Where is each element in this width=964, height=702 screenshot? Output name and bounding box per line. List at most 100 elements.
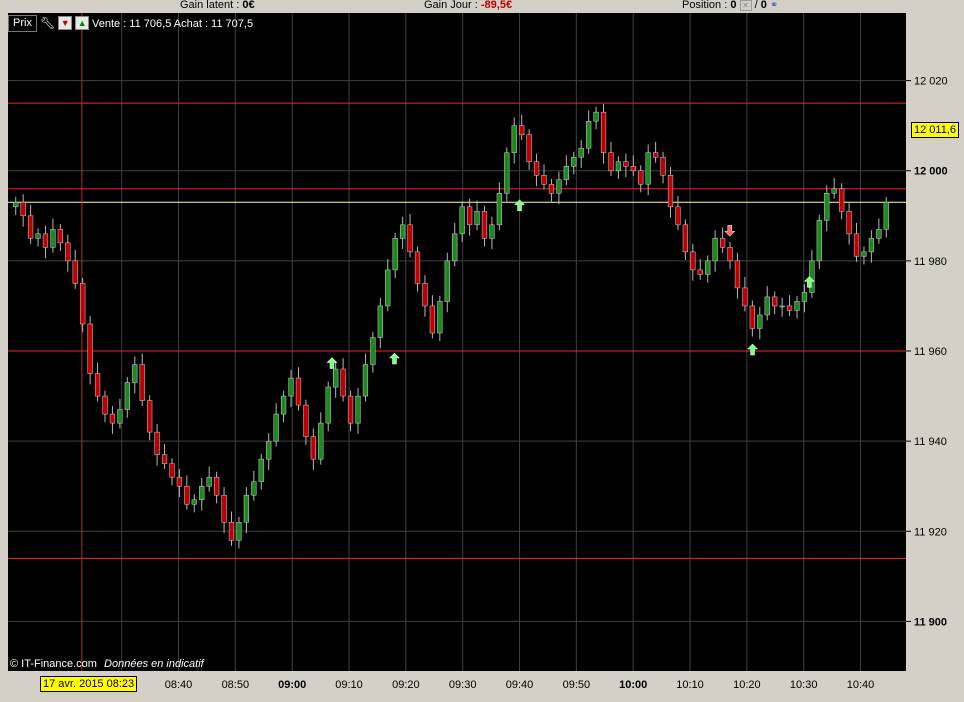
time-axis[interactable]: 3008:4008:5009:0009:1009:2009:3009:4009:… bbox=[8, 671, 964, 697]
candle-body bbox=[504, 152, 510, 194]
candle-body bbox=[481, 211, 488, 239]
candle-body bbox=[280, 395, 287, 415]
candle-body bbox=[489, 224, 495, 239]
x-tick-label: 10:40 bbox=[847, 679, 875, 691]
buy-arrow-icon[interactable]: ▲ bbox=[75, 16, 90, 30]
buy-signal-arrow bbox=[746, 343, 759, 356]
candle-body bbox=[184, 485, 190, 505]
y-tick-label: 12 020 bbox=[914, 76, 948, 88]
y-tick-label: 11 980 bbox=[914, 256, 947, 268]
candle-body bbox=[132, 364, 138, 383]
candle-body bbox=[221, 494, 227, 523]
buy-signal-arrow bbox=[513, 199, 526, 212]
x-tick-label: 10:00 bbox=[619, 679, 647, 691]
candle-body bbox=[474, 211, 480, 226]
candle-body bbox=[27, 215, 34, 239]
candle-body bbox=[645, 152, 651, 185]
left-margin bbox=[0, 13, 8, 697]
credit-note: Données en indicatif bbox=[104, 658, 204, 670]
x-tick-label: 10:10 bbox=[676, 679, 704, 691]
x-tick-label: 09:00 bbox=[278, 679, 306, 691]
prix-button[interactable]: Prix bbox=[8, 14, 37, 32]
candle-body bbox=[370, 337, 376, 365]
candle-body bbox=[809, 260, 815, 293]
y-tick-label: 11 900 bbox=[914, 616, 947, 628]
candle-body bbox=[511, 125, 517, 153]
sell-signal-arrow bbox=[724, 225, 736, 237]
candle-body bbox=[400, 224, 406, 239]
candle-body bbox=[563, 165, 569, 181]
candle-body bbox=[876, 229, 882, 239]
gain-latent-label: Gain latent : bbox=[180, 0, 240, 11]
candle-body bbox=[429, 305, 436, 334]
x-tick-label: 09:10 bbox=[335, 679, 363, 691]
candle-body bbox=[154, 431, 160, 455]
y-tick-label: 12 000 bbox=[914, 166, 948, 178]
candle-body bbox=[690, 251, 696, 271]
gain-jour: Gain Jour : -89,5€ bbox=[424, 0, 512, 11]
data-credit: © IT-Finance.com Données en indicatif bbox=[10, 658, 204, 670]
credit-source: © IT-Finance.com bbox=[10, 658, 97, 670]
candle-body bbox=[20, 202, 26, 217]
candle-body bbox=[757, 314, 763, 329]
candlestick-chart[interactable] bbox=[8, 13, 906, 671]
candle-body bbox=[50, 229, 56, 248]
candle-body bbox=[466, 206, 473, 226]
sell-arrow-icon[interactable]: ▼ bbox=[58, 16, 73, 30]
y-tick-label: 11 960 bbox=[914, 346, 947, 358]
candle-body bbox=[310, 436, 316, 460]
candle-body bbox=[824, 193, 830, 221]
candle-body bbox=[42, 233, 49, 248]
candle-body bbox=[652, 152, 659, 158]
wrench-icon[interactable]: 🔧︎ bbox=[40, 16, 55, 30]
candle-body bbox=[734, 260, 741, 289]
candle-body bbox=[333, 368, 339, 388]
bid-ask-quote: Vente : 11 706,5 Achat : 11 707,5 bbox=[92, 18, 254, 30]
candle-body bbox=[667, 174, 674, 208]
link-icon[interactable]: ⚭ bbox=[770, 0, 778, 11]
time-axis-labels: 3008:4008:5009:0009:1009:2009:3009:4009:… bbox=[116, 679, 875, 691]
candle-body bbox=[772, 296, 778, 307]
y-tick-label: 11 940 bbox=[914, 436, 947, 448]
candle-body bbox=[199, 485, 205, 500]
candle-body bbox=[273, 413, 279, 442]
position: Position : 0 ✕ / 0 ⚭ bbox=[682, 0, 779, 11]
chart-plot-area[interactable] bbox=[8, 13, 906, 671]
x-tick-label: 09:40 bbox=[506, 679, 534, 691]
candle-body bbox=[846, 211, 852, 235]
candle-body bbox=[243, 494, 250, 523]
candle-body bbox=[80, 283, 86, 325]
candle-body bbox=[727, 247, 733, 262]
candle-body bbox=[191, 499, 197, 505]
candle-body bbox=[593, 111, 599, 122]
candle-body bbox=[801, 292, 808, 302]
candle-body bbox=[422, 283, 428, 307]
candle-body bbox=[117, 409, 123, 424]
candle-body bbox=[109, 413, 116, 424]
x-tick-label: 08:50 bbox=[222, 679, 250, 691]
price-axis[interactable]: 11 900 11 920 11 940 11 960 11 980 12 000 12 0… bbox=[906, 13, 964, 671]
candle-body bbox=[213, 476, 220, 496]
close-position-icon[interactable]: ✕ bbox=[739, 0, 752, 11]
candle-body bbox=[35, 233, 41, 239]
candle-body bbox=[94, 373, 101, 397]
candle-body bbox=[318, 422, 324, 460]
price-axis-labels: 11 900 11 920 11 940 11 960 11 980 12 000 12 0… bbox=[906, 76, 948, 628]
candle-body bbox=[831, 188, 837, 194]
candle-body bbox=[600, 111, 607, 153]
candle-body bbox=[749, 305, 755, 329]
candle-body bbox=[258, 458, 264, 482]
candle-body bbox=[779, 305, 785, 308]
x-tick-label: 09:20 bbox=[392, 679, 420, 691]
candle-body bbox=[764, 296, 770, 316]
candle-body bbox=[362, 364, 369, 397]
candle-body bbox=[578, 147, 584, 158]
y-tick-label: 11 920 bbox=[914, 526, 947, 538]
x-tick-label: 09:30 bbox=[449, 679, 477, 691]
candle-body bbox=[176, 476, 183, 487]
position-value-2: 0 bbox=[760, 0, 767, 11]
candle-body bbox=[660, 156, 666, 176]
candle-body bbox=[251, 481, 257, 496]
candle-body bbox=[385, 269, 391, 307]
candle-body bbox=[87, 323, 93, 374]
